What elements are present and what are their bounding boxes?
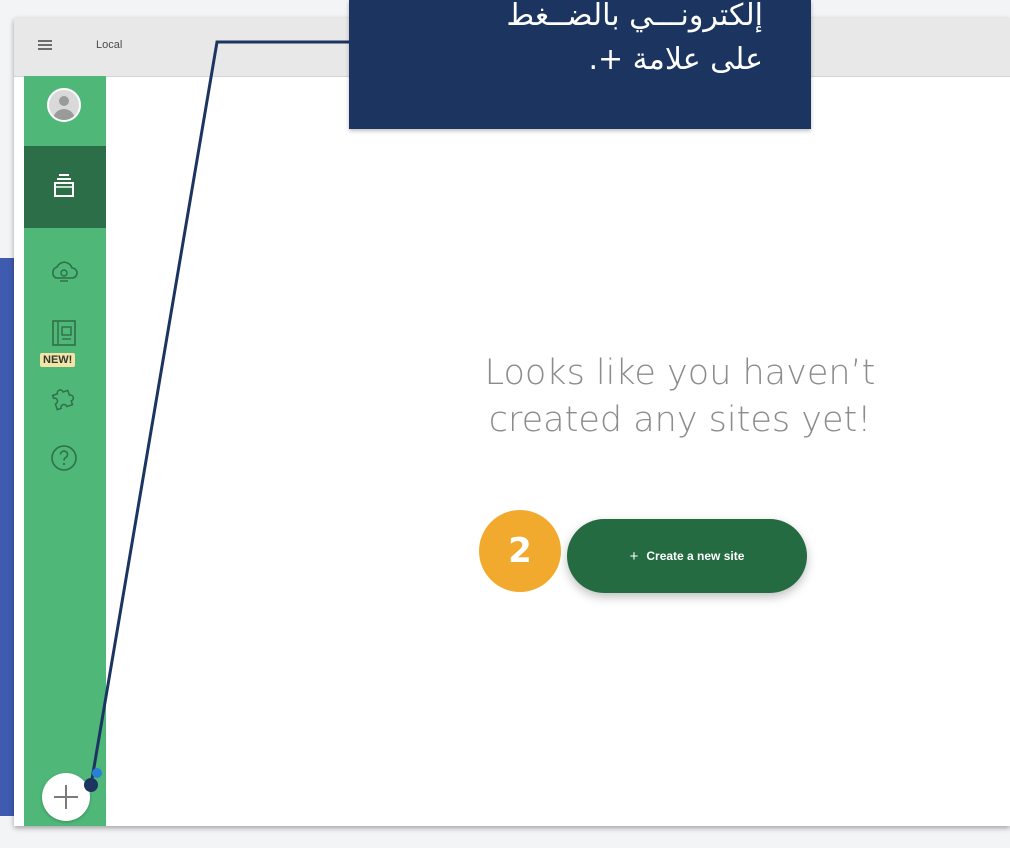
blueprint-icon[interactable] bbox=[47, 316, 81, 350]
sidebar-item-local-sites[interactable] bbox=[24, 146, 106, 228]
create-plus-icon: + bbox=[629, 547, 639, 565]
instruction-callout: إلكترونـــي بالضــغط على علامة +. bbox=[349, 0, 811, 129]
callout-text: إلكترونـــي بالضــغط على علامة +. bbox=[343, 0, 763, 82]
sidebar: NEW! bbox=[24, 76, 106, 826]
background-strip bbox=[0, 258, 14, 816]
tutorial-screenshot: Local NEW! Looks like you haven’t create… bbox=[0, 0, 1010, 848]
puzzle-icon[interactable] bbox=[47, 378, 81, 412]
avatar-icon[interactable] bbox=[47, 88, 81, 122]
step-number-badge: 2 bbox=[479, 510, 561, 592]
empty-state-line-1: Looks like you haven’t bbox=[484, 353, 876, 393]
create-button-label: Create a new site bbox=[646, 549, 745, 563]
cloud-icon[interactable] bbox=[47, 254, 81, 288]
callout-line-1: إلكترونـــي بالضــغط bbox=[506, 0, 763, 33]
empty-state-message: Looks like you haven’t created any sites… bbox=[370, 350, 990, 445]
create-new-site-button[interactable]: + Create a new site bbox=[567, 519, 807, 593]
plus-icon bbox=[54, 785, 78, 809]
sites-stack-icon bbox=[54, 174, 74, 197]
add-site-button[interactable] bbox=[42, 773, 90, 821]
hamburger-menu-icon[interactable] bbox=[38, 40, 52, 50]
question-icon[interactable] bbox=[47, 441, 81, 475]
app-title: Local bbox=[96, 39, 123, 51]
callout-line-2: على علامة +. bbox=[588, 42, 763, 77]
new-badge: NEW! bbox=[40, 353, 76, 367]
empty-state-line-2: created any sites yet! bbox=[488, 400, 872, 441]
